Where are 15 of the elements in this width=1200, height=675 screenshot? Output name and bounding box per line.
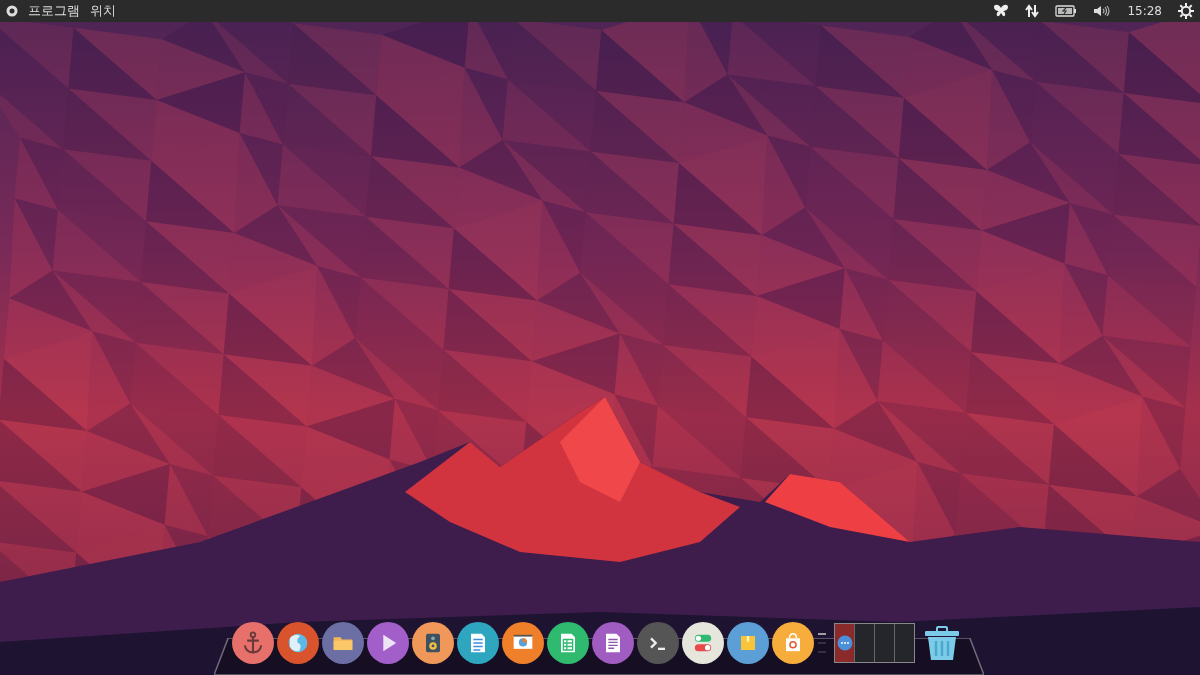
menu-item[interactable]: 프로그램 bbox=[28, 2, 80, 20]
transfer-arrows-icon[interactable] bbox=[1025, 4, 1040, 18]
clock-text[interactable]: 15:28 bbox=[1127, 4, 1162, 18]
chat-bubble-icon bbox=[836, 635, 853, 651]
volume-icon[interactable] bbox=[1093, 5, 1112, 17]
logo-icon[interactable] bbox=[6, 5, 18, 17]
workspace-thumbnail[interactable] bbox=[835, 624, 855, 662]
butterfly-icon[interactable] bbox=[993, 4, 1010, 18]
trash-icon[interactable] bbox=[922, 625, 962, 661]
workspace-thumbnail[interactable] bbox=[855, 624, 875, 662]
workspace-thumbnail[interactable] bbox=[895, 624, 914, 662]
workspace-thumbnail[interactable] bbox=[875, 624, 895, 662]
settings-icon[interactable] bbox=[1178, 3, 1194, 19]
menu-item[interactable]: 위치 bbox=[90, 2, 116, 20]
battery-icon[interactable] bbox=[1055, 5, 1078, 17]
